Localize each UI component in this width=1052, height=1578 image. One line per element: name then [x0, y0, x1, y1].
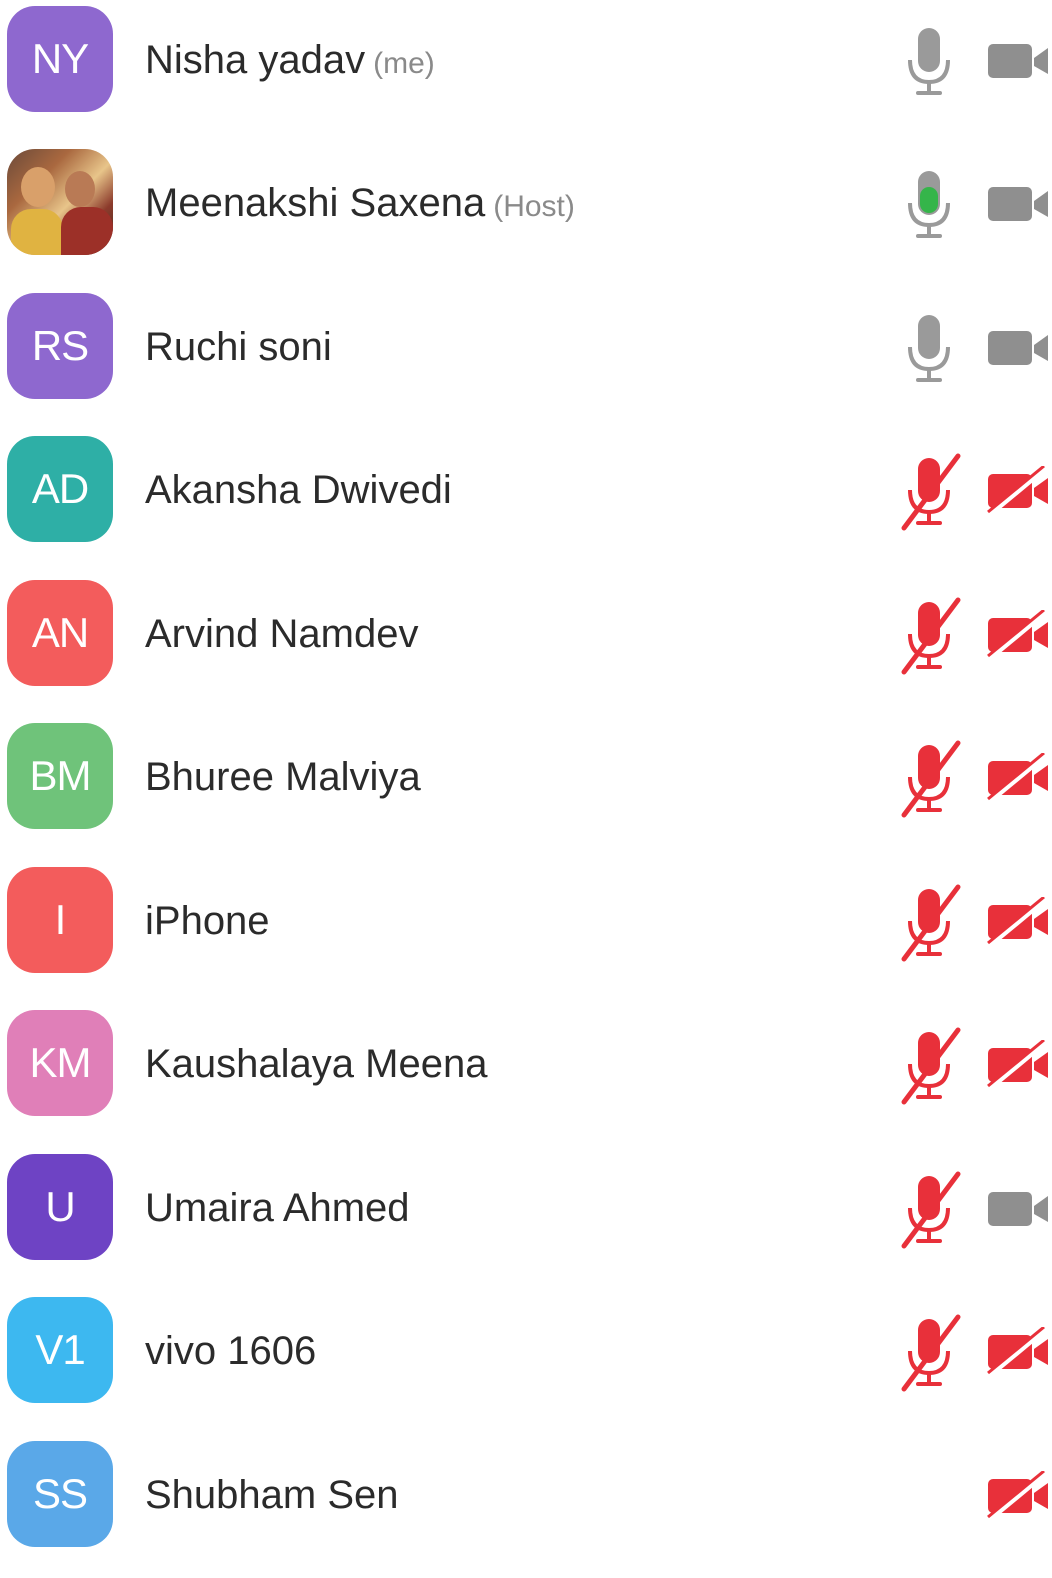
participant-name: Arvind Namdev [145, 612, 419, 656]
microphone-icon[interactable] [896, 165, 962, 245]
participant-row[interactable]: KM Kaushalaya Meena [0, 1004, 1052, 1147]
avatar: AN [7, 580, 113, 686]
video-camera-icon[interactable] [986, 1184, 1052, 1236]
avatar: BM [7, 723, 113, 829]
participant-name: Bhuree Malviya [145, 755, 421, 799]
mic-muted-icon[interactable] [896, 452, 962, 532]
mic-muted-icon[interactable] [896, 1313, 962, 1393]
participant-name: vivo 1606 [145, 1329, 317, 1373]
avatar: SS [7, 1441, 113, 1547]
mic-muted-icon[interactable] [896, 883, 962, 963]
participant-row[interactable]: BM Bhuree Malviya [0, 717, 1052, 860]
mic-muted-icon[interactable] [896, 1026, 962, 1106]
participant-name-container: Arvind Namdev [145, 608, 418, 660]
participant-row[interactable]: U Umaira Ahmed [0, 1148, 1052, 1291]
participant-name-container: Nisha yadav (me) [145, 34, 435, 90]
participant-name: Umaira Ahmed [145, 1186, 410, 1230]
video-camera-icon[interactable] [986, 179, 1052, 231]
video-off-icon[interactable] [986, 608, 1052, 662]
participant-name: Meenakshi Saxena [145, 181, 486, 225]
participant-name-container: Ruchi soni [145, 321, 332, 373]
video-off-icon[interactable] [986, 1038, 1052, 1092]
microphone-icon[interactable] [896, 309, 962, 389]
avatar: I [7, 867, 113, 973]
mic-muted-icon[interactable] [896, 739, 962, 819]
mic-muted-icon[interactable] [896, 596, 962, 676]
participant-name-container: Umaira Ahmed [145, 1182, 410, 1234]
participant-name: Shubham Sen [145, 1473, 399, 1517]
participant-name-container: Akansha Dwivedi [145, 464, 452, 516]
avatar [7, 149, 113, 255]
avatar: AD [7, 436, 113, 542]
video-camera-icon[interactable] [986, 323, 1052, 375]
avatar: RS [7, 293, 113, 399]
participant-row[interactable]: Meenakshi Saxena (Host) [0, 143, 1052, 286]
participant-row[interactable]: IiPhone [0, 861, 1052, 1004]
participant-row[interactable]: AN Arvind Namdev [0, 574, 1052, 717]
participant-name: Akansha Dwivedi [145, 468, 452, 512]
participant-name-container: Meenakshi Saxena (Host) [145, 177, 575, 233]
participant-name: Nisha yadav [145, 38, 366, 82]
participant-name-container: Shubham Sen [145, 1469, 399, 1521]
avatar: V1 [7, 1297, 113, 1403]
participant-row[interactable]: SS Shubham Sen [0, 1435, 1052, 1578]
avatar: KM [7, 1010, 113, 1116]
participant-row[interactable]: AD Akansha Dwivedi [0, 430, 1052, 573]
mic-muted-icon[interactable] [896, 1170, 962, 1250]
participants-list: NY Nisha yadav (me) Meenakshi Saxena (Host)… [0, 0, 1052, 1547]
participant-name-container: Kaushalaya Meena [145, 1038, 487, 1090]
participant-role-tag: (me) [373, 47, 435, 80]
video-off-icon[interactable] [986, 751, 1052, 805]
video-off-icon[interactable] [986, 464, 1052, 518]
video-off-icon[interactable] [986, 895, 1052, 949]
video-off-icon[interactable] [986, 1325, 1052, 1379]
participant-role-tag: (Host) [493, 190, 575, 223]
avatar: NY [7, 6, 113, 112]
participant-name-container: Bhuree Malviya [145, 751, 421, 803]
video-off-icon[interactable] [986, 1469, 1052, 1523]
video-camera-icon[interactable] [986, 36, 1052, 88]
microphone-icon[interactable] [896, 22, 962, 102]
participant-row[interactable]: V1 vivo 1606 [0, 1291, 1052, 1434]
participant-name: Kaushalaya Meena [145, 1042, 488, 1086]
participant-row[interactable]: NY Nisha yadav (me) [0, 0, 1052, 143]
participant-name-container: vivo 1606 [145, 1325, 316, 1377]
participant-row[interactable]: RS Ruchi soni [0, 287, 1052, 430]
participant-name: iPhone [145, 899, 270, 943]
participant-name-container: iPhone [145, 895, 270, 947]
participant-name: Ruchi soni [145, 325, 332, 369]
avatar: U [7, 1154, 113, 1260]
